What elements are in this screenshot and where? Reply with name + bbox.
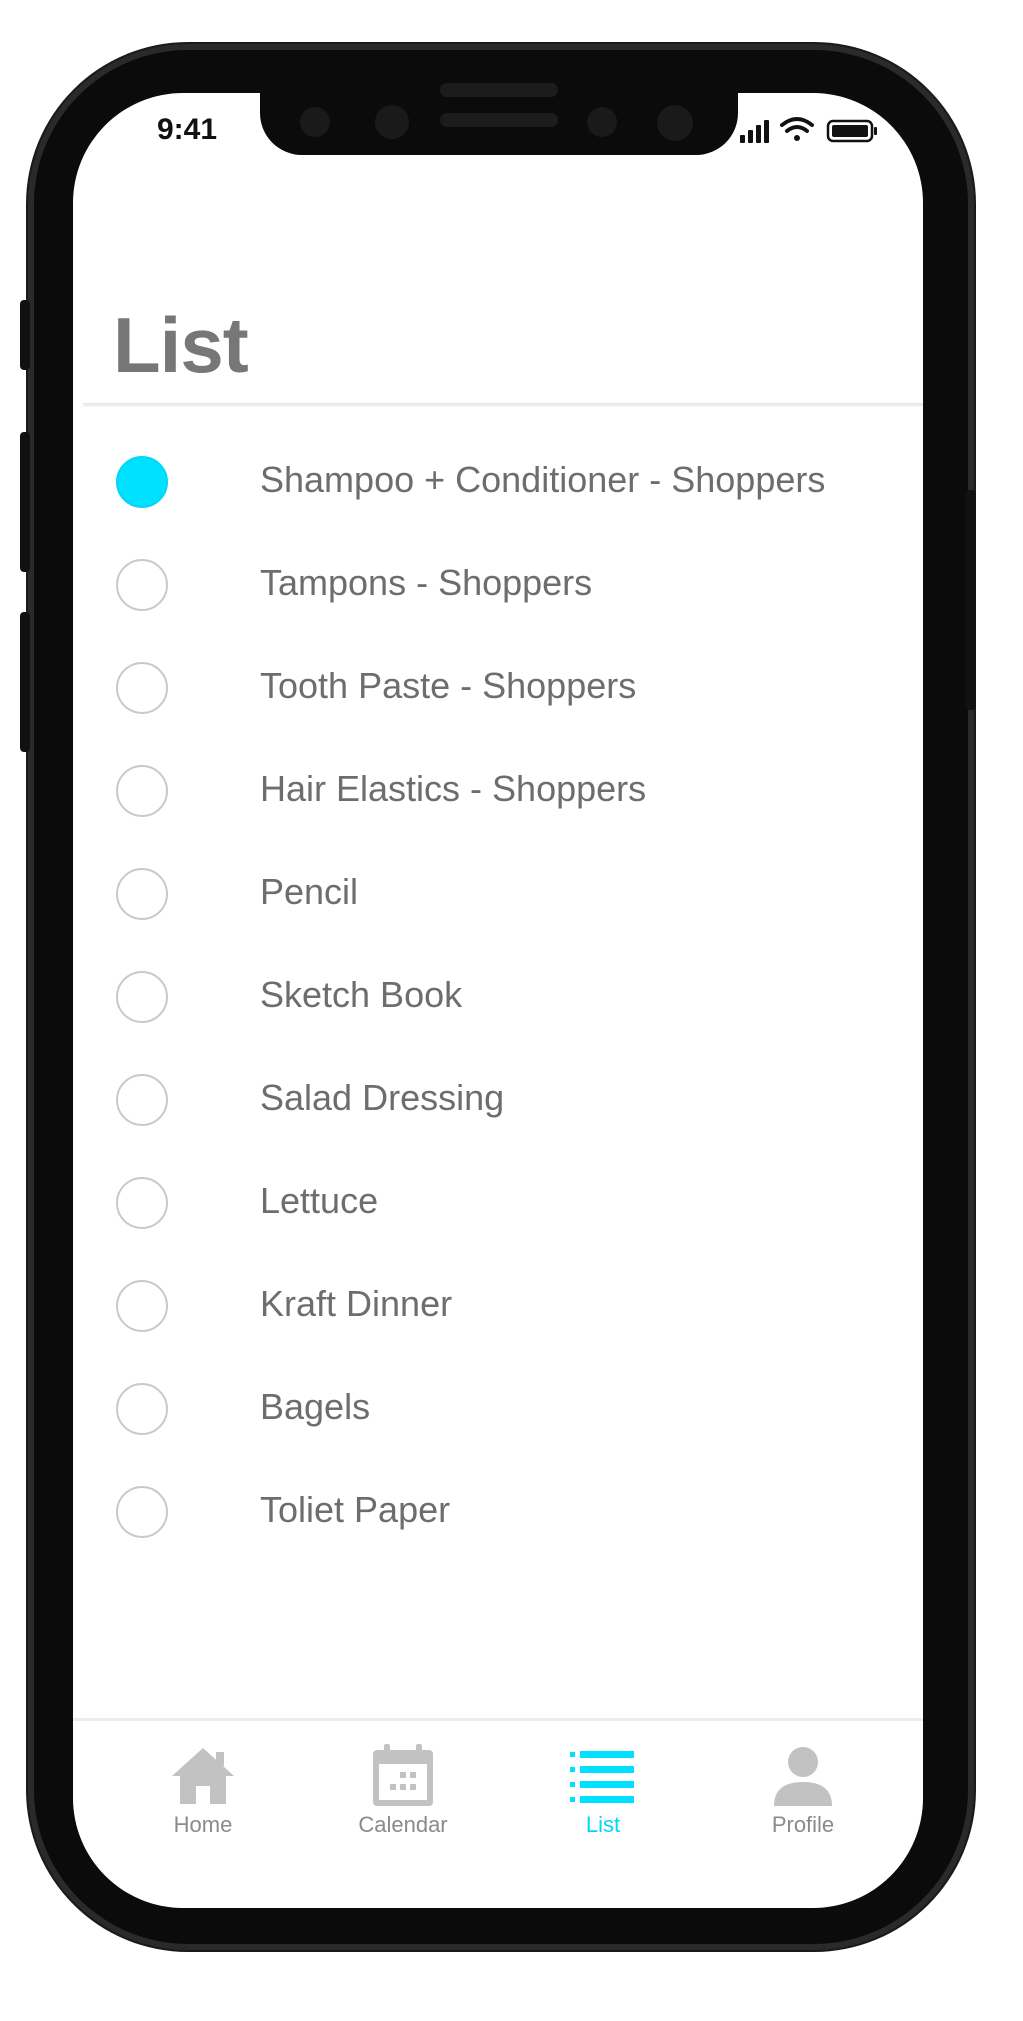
tab-label: Calendar [358, 1812, 448, 1837]
battery-icon [826, 119, 877, 143]
list-item-label: Sketch Book [260, 974, 463, 1015]
list-item-label: Tooth Paste - Shoppers [260, 665, 637, 706]
header-divider [83, 403, 923, 407]
tab-home[interactable]: Home [133, 1740, 273, 1838]
page-title: List [113, 301, 249, 389]
list-item-label: Toliet Paper [260, 1489, 451, 1530]
list-item[interactable]: Toliet Paper [116, 1484, 916, 1587]
speaker-grille-lower [440, 113, 558, 127]
radio-checkbox[interactable] [116, 1383, 168, 1435]
list-item-label: Bagels [260, 1386, 371, 1427]
list-item-label: Salad Dressing [260, 1077, 505, 1118]
home-icon [172, 1748, 234, 1804]
list-item[interactable]: Tooth Paste - Shoppers [116, 660, 916, 763]
list-item[interactable]: Pencil [116, 866, 916, 969]
profile-icon [774, 1747, 832, 1806]
tab-list[interactable]: List [533, 1740, 673, 1838]
list-item-label: Shampoo + Conditioner - Shoppers [260, 459, 826, 500]
status-time: 9:41 [157, 113, 218, 146]
list-item[interactable]: Tampons - Shoppers [116, 557, 916, 660]
shopping-list: Shampoo + Conditioner - Shoppers Tampons… [116, 454, 916, 1587]
list-item-label: Tampons - Shoppers [260, 562, 593, 603]
volume-up-button [20, 432, 30, 572]
list-icon [570, 1751, 634, 1803]
list-item[interactable]: Kraft Dinner [116, 1278, 916, 1381]
list-item[interactable]: Sketch Book [116, 969, 916, 1072]
list-item-label: Pencil [260, 871, 359, 912]
radio-checkbox[interactable] [116, 971, 168, 1023]
list-item[interactable]: Hair Elastics - Shoppers [116, 763, 916, 866]
radio-checkbox[interactable] [116, 1486, 168, 1538]
power-button [966, 490, 976, 710]
list-item-label: Kraft Dinner [260, 1283, 453, 1324]
radio-checkbox[interactable] [116, 1177, 168, 1229]
notch [260, 83, 738, 155]
radio-checkbox[interactable] [116, 1074, 168, 1126]
tab-label: Profile [771, 1812, 835, 1837]
volume-down-button [20, 612, 30, 752]
calendar-icon [373, 1744, 433, 1806]
list-item[interactable]: Lettuce [116, 1175, 916, 1278]
tab-label: List [585, 1812, 621, 1837]
list-item[interactable]: Shampoo + Conditioner - Shoppers [116, 454, 916, 557]
proximity-sensor [587, 107, 617, 137]
sensor [300, 107, 330, 137]
speaker-grille [440, 83, 558, 97]
tab-calendar[interactable]: Calendar [333, 1740, 473, 1838]
list-item-label: Hair Elastics - Shoppers [260, 768, 647, 809]
front-camera [375, 105, 409, 139]
wifi-icon [780, 117, 814, 141]
status-icons [740, 117, 877, 143]
radio-checkbox[interactable] [116, 868, 168, 920]
radio-checkbox[interactable] [116, 662, 168, 714]
radio-checkbox[interactable] [116, 765, 168, 817]
list-item-label: Lettuce [260, 1180, 379, 1221]
radio-checkbox[interactable] [116, 456, 168, 508]
tab-bar: Home Calendar List Profile [73, 1740, 923, 1880]
radio-checkbox[interactable] [116, 1280, 168, 1332]
tab-label: Home [173, 1812, 233, 1837]
mute-switch [20, 300, 30, 370]
tab-bar-divider [73, 1718, 923, 1721]
list-item[interactable]: Bagels [116, 1381, 916, 1484]
face-id-sensor [657, 105, 693, 141]
tab-profile[interactable]: Profile [733, 1740, 873, 1838]
list-item[interactable]: Salad Dressing [116, 1072, 916, 1175]
radio-checkbox[interactable] [116, 559, 168, 611]
signal-icon [740, 120, 769, 143]
